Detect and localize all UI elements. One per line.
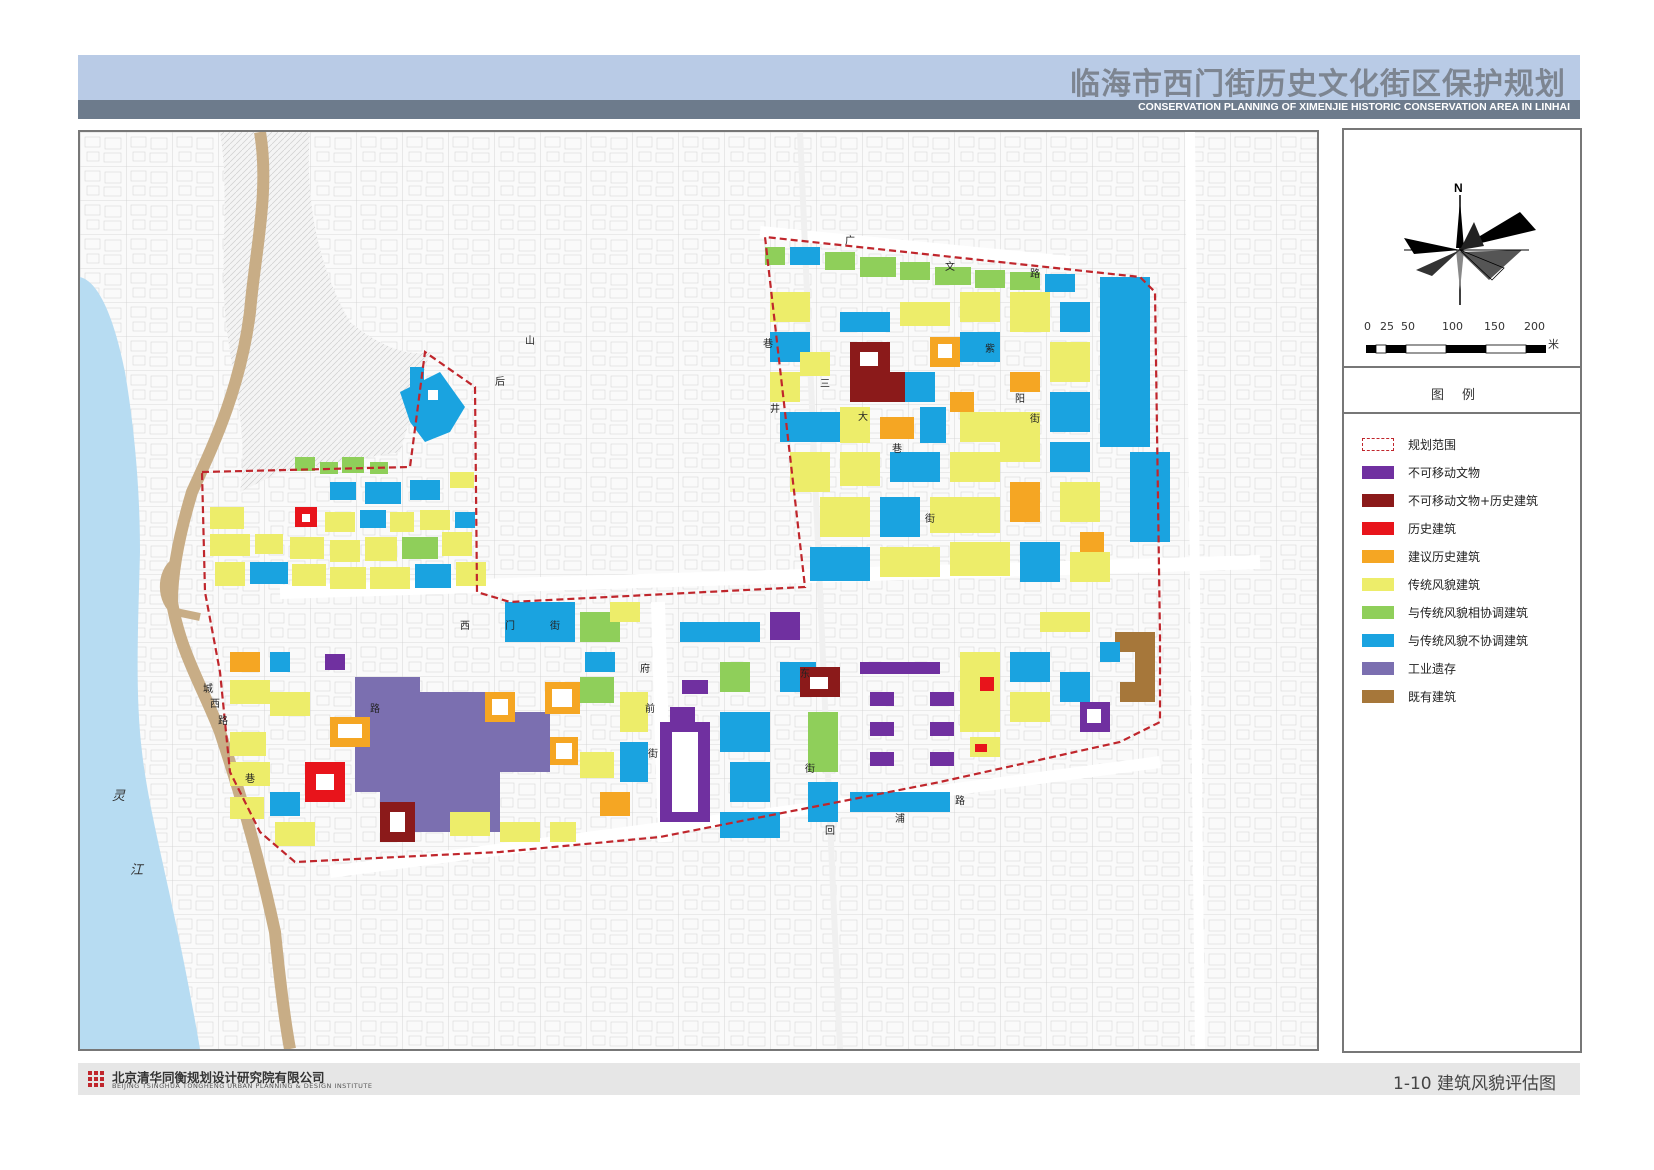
legend-item: 不可移动文物+历史建筑: [1362, 486, 1572, 514]
footer-bar: 北京清华同衡规划设计研究院有限公司 BEIJING TSINGHUA TONGH…: [78, 1063, 1580, 1095]
legend-item: 不可移动文物: [1362, 458, 1572, 486]
road-label: 阳: [1015, 393, 1025, 405]
road-label: 回: [825, 825, 835, 837]
legend-swatch: [1362, 493, 1394, 507]
road-label: 路: [370, 702, 380, 715]
legend-item: 与传统风貌不协调建筑: [1362, 626, 1572, 654]
road-label: 西: [460, 621, 470, 632]
road-label: 广: [845, 235, 855, 247]
legend-swatch: [1362, 465, 1394, 479]
legend-label: 既有建筑: [1408, 689, 1457, 704]
scale-tick: 50: [1401, 320, 1415, 333]
legend-label: 历史建筑: [1408, 521, 1457, 536]
legend-item: 与传统风貌相协调建筑: [1362, 598, 1572, 626]
scale-bar: [1366, 344, 1546, 354]
legend-item: 历史建筑: [1362, 514, 1572, 542]
map-frame: 广 文 路 山 后 城 西 路 西 门 街 府 前 街 回 浦 路 紫 阳 街 …: [78, 130, 1319, 1051]
legend-label: 传统风貌建筑: [1408, 577, 1481, 592]
road-label: 街: [925, 512, 935, 525]
river-label: 江: [130, 863, 145, 878]
header-banner: 临海市西门街历史文化街区保护规划: [78, 55, 1580, 102]
road-label: 文: [945, 260, 955, 273]
road-label: 路: [1030, 267, 1040, 280]
legend-label: 与传统风貌相协调建筑: [1408, 605, 1529, 620]
road-label: 路: [218, 714, 228, 727]
organization-name-en: BEIJING TSINGHUA TONGHENG URBAN PLANNING…: [112, 1082, 373, 1090]
road-label: 前: [645, 702, 655, 715]
north-label: N: [1454, 181, 1463, 195]
legend-label: 不可移动文物: [1408, 465, 1481, 480]
header-subtitle-bar: CONSERVATION PLANNING OF XIMENJIE HISTOR…: [78, 100, 1580, 119]
scale-tick: 150: [1484, 320, 1505, 333]
scale-labels: 0 25 50 100 150 200 米: [1364, 320, 1574, 351]
road-label: 三: [820, 379, 830, 390]
road-label: 巷: [245, 773, 255, 785]
scale-tick: 25: [1380, 320, 1394, 333]
legend-label: 建议历史建筑: [1408, 549, 1481, 564]
map-canvas[interactable]: 广 文 路 山 后 城 西 路 西 门 街 府 前 街 回 浦 路 紫 阳 街 …: [80, 132, 1317, 1049]
legend-title: 图例: [1430, 388, 1493, 403]
page-subtitle: CONSERVATION PLANNING OF XIMENJIE HISTOR…: [1138, 101, 1570, 113]
page-title: 临海市西门街历史文化街区保护规划: [1070, 67, 1566, 102]
panel-divider: [1344, 366, 1580, 368]
legend-item: 规划范围: [1362, 430, 1572, 458]
road-label: 紫: [985, 343, 995, 355]
legend-swatch: [1362, 689, 1394, 703]
road-label: 府: [640, 662, 650, 675]
road-label: 门: [505, 619, 515, 632]
road-label: 街: [648, 747, 658, 760]
side-panel: N 0 25 50 100 150 200 米 图例 规划范围 不可移动文物 不…: [1342, 128, 1582, 1053]
road-label: 街: [550, 619, 560, 632]
legend-item: 传统风貌建筑: [1362, 570, 1572, 598]
scale-tick: 200: [1524, 320, 1545, 333]
legend-label: 工业遗存: [1408, 661, 1457, 676]
institute-logo-icon: [88, 1071, 104, 1087]
road-label: 大: [858, 410, 868, 423]
figure-title: 1-10 建筑风貌评估图: [1393, 1074, 1556, 1094]
road-label: 东: [800, 667, 810, 680]
road-label: 街: [1030, 412, 1040, 425]
road-label: 西: [210, 699, 220, 710]
scale-tick: 0: [1364, 320, 1371, 333]
road-label: 井: [770, 402, 780, 415]
legend-swatch: [1362, 577, 1394, 591]
road-label: 后: [495, 376, 505, 388]
road-label: 街: [805, 762, 815, 775]
road-label: 巷: [763, 338, 773, 350]
legend-label: 不可移动文物+历史建筑: [1408, 493, 1539, 508]
legend-swatch: [1362, 605, 1394, 619]
scale-tick: 100: [1442, 320, 1463, 333]
road-label: 路: [955, 794, 965, 807]
legend-swatch: [1362, 661, 1394, 675]
legend-swatch: [1362, 521, 1394, 535]
road-label: 山: [525, 335, 535, 347]
legend-list: 规划范围 不可移动文物 不可移动文物+历史建筑 历史建筑 建议历史建筑 传统风貌…: [1362, 430, 1572, 710]
road-label: 城: [203, 683, 213, 695]
legend-swatch: [1362, 633, 1394, 647]
river-label: 灵: [112, 789, 126, 804]
legend-item: 建议历史建筑: [1362, 542, 1572, 570]
legend-label: 规划范围: [1408, 437, 1457, 452]
legend-label: 与传统风貌不协调建筑: [1408, 633, 1529, 648]
panel-divider: [1344, 412, 1580, 414]
legend-swatch: [1362, 437, 1394, 451]
legend-swatch: [1362, 549, 1394, 563]
road-label: 浦: [895, 812, 905, 825]
legend-item: 既有建筑: [1362, 682, 1572, 710]
scale-unit: 米: [1548, 338, 1559, 351]
legend-item: 工业遗存: [1362, 654, 1572, 682]
road-label: 巷: [892, 443, 902, 455]
